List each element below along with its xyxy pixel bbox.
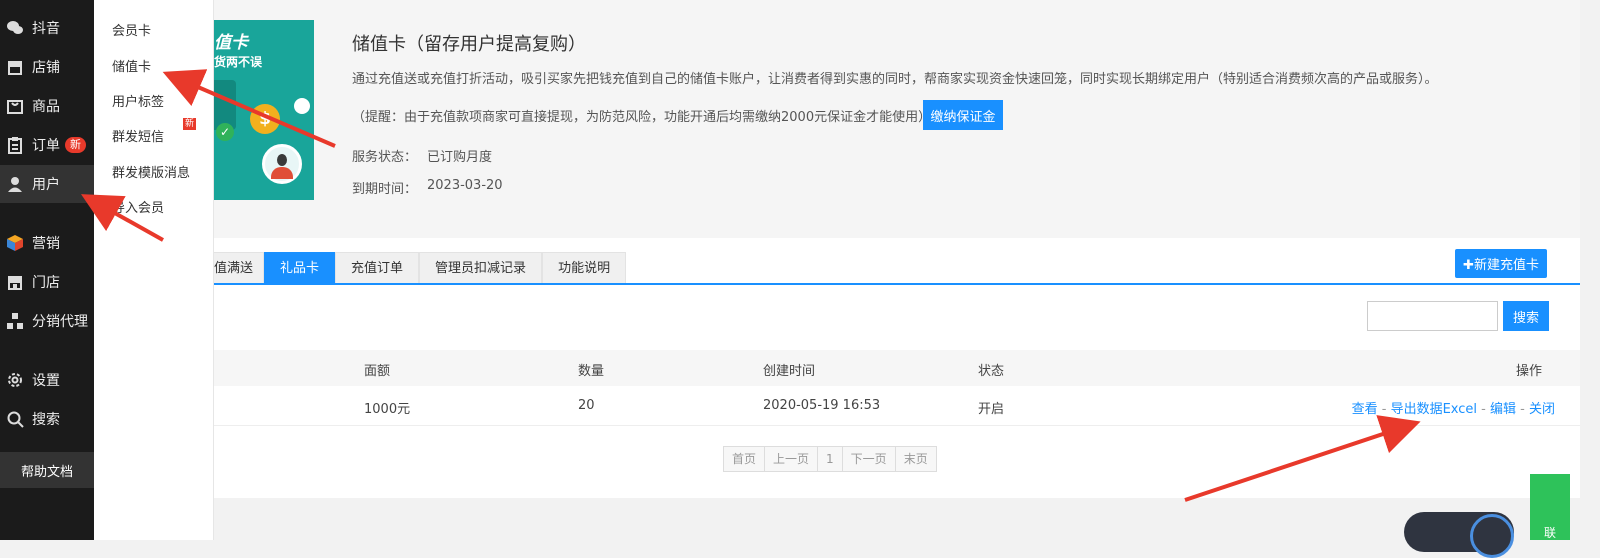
cell-amount: 1000元	[364, 402, 411, 417]
nav-search[interactable]: 搜索	[0, 400, 94, 438]
gear-icon	[6, 371, 24, 389]
promo-image: 值卡 货两不误 $ ✓	[214, 20, 314, 200]
cell-created: 2020-05-19 16:53	[763, 398, 881, 413]
main-content: 值卡 货两不误 $ ✓ 储值卡（留存用户提高复购） 通过充值送或充值打折活动，吸…	[214, 0, 1600, 540]
search-icon	[6, 410, 24, 428]
floating-circle[interactable]	[1470, 514, 1514, 558]
card-panel: 值满送 礼品卡 充值订单 管理员扣减记录 功能说明 ✚新建充值卡 搜索 面额 数…	[214, 238, 1580, 498]
user-submenu: 会员卡 储值卡 用户标签 群发短信 群发模版消息 导入会员	[94, 0, 214, 540]
nav-label: 门店	[32, 275, 60, 291]
service-status: 服务状态： 已订购月度	[352, 146, 492, 165]
dollar-coin-icon: $	[250, 104, 280, 134]
page-number[interactable]: 1	[817, 446, 843, 472]
col-status: 状态	[978, 364, 1005, 379]
nav-goods[interactable]: 商品	[0, 87, 94, 125]
submenu-import-members[interactable]: 导入会员	[112, 197, 164, 216]
search-button[interactable]: 搜索	[1503, 301, 1549, 331]
widget-label: 联	[1544, 526, 1557, 540]
tab-admin-deductions[interactable]: 管理员扣减记录	[419, 252, 543, 284]
page-title: 储值卡（留存用户提高复购）	[352, 34, 586, 55]
main-sidebar: 抖音 店铺 商品 订单 新 用户 营销 门店 分销代理 设置 搜索 帮助文档	[0, 0, 94, 540]
submenu-member-card[interactable]: 会员卡	[112, 20, 151, 39]
nav-orders[interactable]: 订单 新	[0, 126, 94, 164]
cube-icon	[6, 234, 24, 252]
contact-widget[interactable]: 联	[1530, 474, 1570, 540]
feature-tip: （提醒：由于充值款项商家可直接提现，为防范风险，功能开通后均需缴纳2000元保证…	[352, 110, 932, 125]
cell-count: 20	[578, 398, 595, 413]
export-excel-link[interactable]: 导出数据Excel	[1391, 402, 1477, 417]
view-link[interactable]: 查看	[1352, 402, 1378, 417]
tab-recharge-orders[interactable]: 充值订单	[335, 252, 420, 284]
promo-subtitle: 货两不误	[214, 55, 263, 69]
nav-label: 搜索	[32, 412, 60, 428]
submenu-template-message[interactable]: 群发模版消息	[112, 162, 190, 181]
separator: -	[1477, 402, 1490, 417]
tab-feature-info[interactable]: 功能说明	[542, 252, 627, 284]
col-created: 创建时间	[763, 364, 816, 379]
page-next[interactable]: 下一页	[841, 446, 896, 472]
table-row: 1000元 20 2020-05-19 16:53 开启 查看 - 导出数据Ex…	[214, 386, 1580, 426]
nav-douyin[interactable]: 抖音	[0, 9, 94, 47]
bag-icon	[6, 97, 24, 115]
status-label: 服务状态：	[352, 150, 418, 165]
table-header: 面额 数量 创建时间 状态 操作	[214, 350, 1580, 386]
nav-label: 设置	[32, 373, 60, 389]
nav-label: 商品	[32, 99, 60, 115]
separator: -	[1516, 402, 1529, 417]
nav-label: 营销	[32, 236, 60, 252]
cell-status: 开启	[978, 402, 1005, 417]
edit-link[interactable]: 编辑	[1490, 402, 1516, 417]
page-last[interactable]: 末页	[894, 446, 937, 472]
pagination: 首页 上一页 1 下一页 末页	[723, 446, 937, 472]
tab-underline	[214, 283, 1580, 285]
new-badge: 新	[65, 137, 86, 153]
nav-distribution[interactable]: 分销代理	[0, 302, 94, 340]
clipboard-icon	[6, 136, 24, 154]
promo-title: 值卡	[214, 33, 248, 53]
nav-marketing[interactable]: 营销	[0, 224, 94, 262]
nav-label: 订单	[32, 138, 60, 154]
page-first[interactable]: 首页	[723, 446, 766, 472]
avatar-icon	[294, 98, 310, 114]
nav-shop[interactable]: 店铺	[0, 48, 94, 86]
submenu-bulk-sms[interactable]: 群发短信	[112, 126, 164, 145]
nav-label: 抖音	[32, 21, 60, 37]
tab-bar: 值满送 礼品卡 充值订单 管理员扣减记录 功能说明	[214, 252, 627, 284]
feature-description: 通过充值送或充值打折活动，吸引买家先把钱充值到自己的储值卡账户，让消费者得到实惠…	[352, 72, 1438, 87]
store-icon	[6, 58, 24, 76]
page-prev[interactable]: 上一页	[764, 446, 819, 472]
help-docs-button[interactable]: 帮助文档	[0, 452, 94, 488]
storefront-icon	[6, 273, 24, 291]
status-value: 已订购月度	[427, 150, 493, 165]
col-count: 数量	[578, 364, 605, 379]
new-badge: 新	[183, 118, 197, 130]
nav-users[interactable]: 用户	[0, 165, 94, 203]
check-icon: ✓	[216, 123, 234, 141]
network-icon	[6, 312, 24, 330]
feature-header: 值卡 货两不误 $ ✓ 储值卡（留存用户提高复购） 通过充值送或充值打折活动，吸…	[214, 0, 1580, 240]
col-actions: 操作	[1516, 364, 1543, 379]
expire-label: 到期时间：	[352, 182, 418, 197]
search-input[interactable]	[1367, 301, 1498, 331]
tab-gift-card[interactable]: 礼品卡	[264, 252, 336, 284]
nav-label: 用户	[32, 177, 60, 193]
submenu-stored-value-card[interactable]: 储值卡	[112, 56, 151, 75]
new-card-button[interactable]: ✚新建充值卡	[1455, 249, 1547, 278]
nav-settings[interactable]: 设置	[0, 361, 94, 399]
expire-value: 2023-03-20	[427, 178, 503, 193]
wechat-icon	[6, 19, 24, 37]
person-icon	[262, 144, 302, 184]
submenu-user-tags[interactable]: 用户标签	[112, 91, 164, 110]
row-actions: 查看 - 导出数据Excel - 编辑 - 关闭	[1352, 398, 1555, 417]
tab-recharge-gift[interactable]: 值满送	[214, 252, 265, 284]
nav-label: 店铺	[32, 60, 60, 76]
col-amount: 面额	[364, 364, 391, 379]
nav-stores[interactable]: 门店	[0, 263, 94, 301]
nav-label: 分销代理	[32, 314, 88, 330]
expire-time: 到期时间： 2023-03-20	[352, 178, 503, 197]
separator: -	[1377, 402, 1391, 417]
pay-deposit-button[interactable]: 缴纳保证金	[923, 100, 1003, 130]
close-link[interactable]: 关闭	[1529, 402, 1555, 417]
user-icon	[6, 175, 24, 193]
